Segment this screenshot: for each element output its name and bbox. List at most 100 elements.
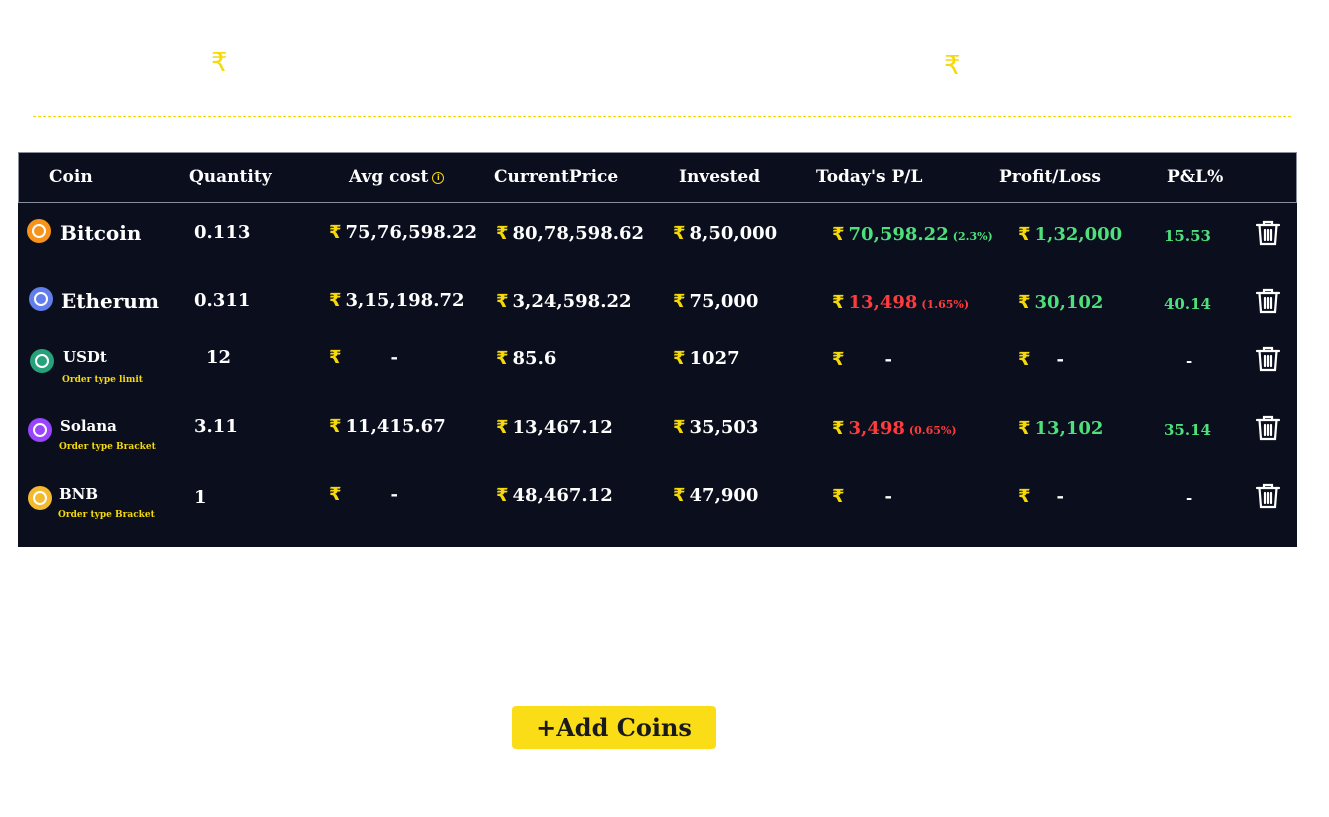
header-coin: Coin — [49, 167, 93, 187]
value-text: 8,50,000 — [689, 223, 778, 244]
money-cell: ₹35,503 — [673, 417, 758, 438]
coin-name: BNB — [59, 485, 99, 503]
rupee-icon: ₹ — [673, 223, 686, 244]
value-text: 35,503 — [689, 417, 759, 438]
value-text: 47,900 — [689, 485, 759, 506]
header-avg-cost: Avg cost i — [349, 153, 445, 202]
order-type-label: Order type limit — [62, 375, 143, 385]
rupee-icon: ₹ — [329, 416, 342, 437]
order-type-label: Order type Bracket — [58, 510, 155, 520]
value-text: 3,24,598.22 — [512, 291, 632, 312]
coin-name: Bitcoin — [60, 221, 142, 245]
delete-icon[interactable] — [1255, 219, 1281, 247]
money-cell: ₹ - — [1018, 349, 1064, 370]
pl-percent-cell: - — [1186, 489, 1193, 507]
summary-currency-right: ₹ — [944, 51, 961, 81]
value-text: 1027 — [689, 348, 740, 369]
pl-percent-cell: 40.14 — [1164, 295, 1211, 313]
money-cell: ₹ - — [329, 484, 398, 505]
pl-percent-cell: 35.14 — [1164, 421, 1211, 439]
delete-icon[interactable] — [1255, 345, 1281, 373]
quantity-cell: 0.311 — [194, 290, 251, 311]
money-cell: ₹48,467.12 — [496, 485, 613, 506]
money-cell: ₹75,000 — [673, 291, 758, 312]
table-row: BNB Order type Bracket 1 ₹ - ₹48,467.12 ₹47,90… — [18, 476, 1297, 545]
value-text: 85.6 — [512, 348, 557, 369]
delete-icon[interactable] — [1255, 482, 1281, 510]
money-cell: ₹85.6 — [496, 348, 556, 369]
value-text: - — [390, 484, 399, 505]
value-text: 3,498 — [848, 418, 905, 439]
value-text: 30,102 — [1034, 292, 1104, 313]
value-text: - — [390, 347, 399, 368]
money-cell: ₹1,32,000 — [1018, 224, 1122, 245]
header-pl-percent: P&L% — [1167, 167, 1224, 187]
rupee-icon: ₹ — [832, 292, 845, 313]
value-text: 13,467.12 — [512, 417, 613, 438]
quantity-cell: 3.11 — [194, 416, 238, 437]
percent-change: (2.3%) — [952, 230, 993, 243]
rupee-icon: ₹ — [832, 486, 845, 507]
rupee-icon: ₹ — [496, 485, 509, 506]
portfolio-table: Coin Quantity Avg cost i CurrentPrice Inv… — [18, 152, 1297, 547]
value-text: 13,102 — [1034, 418, 1104, 439]
rupee-icon: ₹ — [1018, 486, 1031, 507]
coin-name: Solana — [60, 417, 117, 435]
table-row: Bitcoin 0.113 ₹75,76,598.22 ₹80,78,598.62 ₹8… — [18, 202, 1297, 271]
value-text: 11,415.67 — [345, 416, 446, 437]
money-cell: ₹3,498 (0.65%) — [832, 418, 957, 439]
money-cell: ₹75,76,598.22 — [329, 222, 477, 243]
money-cell: ₹1027 — [673, 348, 740, 369]
header-todays-pl: Today's P/L — [816, 167, 923, 187]
delete-icon[interactable] — [1255, 287, 1281, 315]
pl-percent-cell: 15.53 — [1164, 227, 1211, 245]
table-row: Etherum 0.311 ₹3,15,198.72 ₹3,24,598.22 ₹75,… — [18, 270, 1297, 339]
tether-icon — [30, 349, 54, 373]
value-text: 75,76,598.22 — [345, 222, 478, 243]
delete-icon[interactable] — [1255, 414, 1281, 442]
value-text: 13,498 — [848, 292, 918, 313]
money-cell: ₹47,900 — [673, 485, 758, 506]
percent-change: (0.65%) — [908, 424, 957, 437]
value-text: 48,467.12 — [512, 485, 613, 506]
header-quantity: Quantity — [189, 167, 272, 187]
money-cell: ₹70,598.22 (2.3%) — [832, 224, 993, 245]
rupee-icon: ₹ — [832, 418, 845, 439]
rupee-icon: ₹ — [329, 290, 342, 311]
rupee-icon: ₹ — [673, 485, 686, 506]
header-current-price: CurrentPrice — [494, 167, 619, 187]
rupee-icon: ₹ — [832, 224, 845, 245]
quantity-cell: 12 — [206, 347, 232, 368]
info-icon[interactable]: i — [432, 171, 445, 184]
rupee-icon: ₹ — [673, 417, 686, 438]
value-text: 3,15,198.72 — [345, 290, 465, 311]
rupee-icon: ₹ — [1018, 224, 1031, 245]
money-cell: ₹ - — [1018, 486, 1064, 507]
table-row: USDt Order type limit 12 ₹ - ₹85.6 ₹1027 ₹ - ₹ - - — [18, 339, 1297, 408]
rupee-icon: ₹ — [673, 348, 686, 369]
money-cell: ₹ - — [832, 349, 892, 370]
rupee-icon: ₹ — [673, 291, 686, 312]
money-cell: ₹ - — [329, 347, 398, 368]
table-header: Coin Quantity Avg cost i CurrentPrice Inv… — [18, 152, 1297, 203]
add-coins-button[interactable]: +Add Coins — [512, 706, 716, 749]
quantity-cell: 0.113 — [194, 222, 251, 243]
money-cell: ₹3,15,198.72 — [329, 290, 465, 311]
value-text: 75,000 — [689, 291, 759, 312]
money-cell: ₹13,102 — [1018, 418, 1103, 439]
table-row: Solana Order type Bracket 3.11 ₹11,415.67 ₹1… — [18, 408, 1297, 477]
money-cell: ₹13,467.12 — [496, 417, 613, 438]
value-text: - — [884, 349, 893, 370]
ethereum-icon — [29, 287, 53, 311]
percent-change: (1.65%) — [921, 298, 970, 311]
value-text: 80,78,598.62 — [512, 223, 645, 244]
divider — [33, 116, 1291, 117]
value-text: 1,32,000 — [1034, 224, 1123, 245]
order-type-label: Order type Bracket — [59, 442, 156, 452]
summary-currency-left: ₹ — [211, 48, 228, 78]
rupee-icon: ₹ — [329, 484, 342, 505]
header-invested: Invested — [679, 167, 761, 187]
header-profit-loss: Profit/Loss — [999, 167, 1101, 187]
rupee-icon: ₹ — [1018, 349, 1031, 370]
value-text: - — [1056, 486, 1065, 507]
